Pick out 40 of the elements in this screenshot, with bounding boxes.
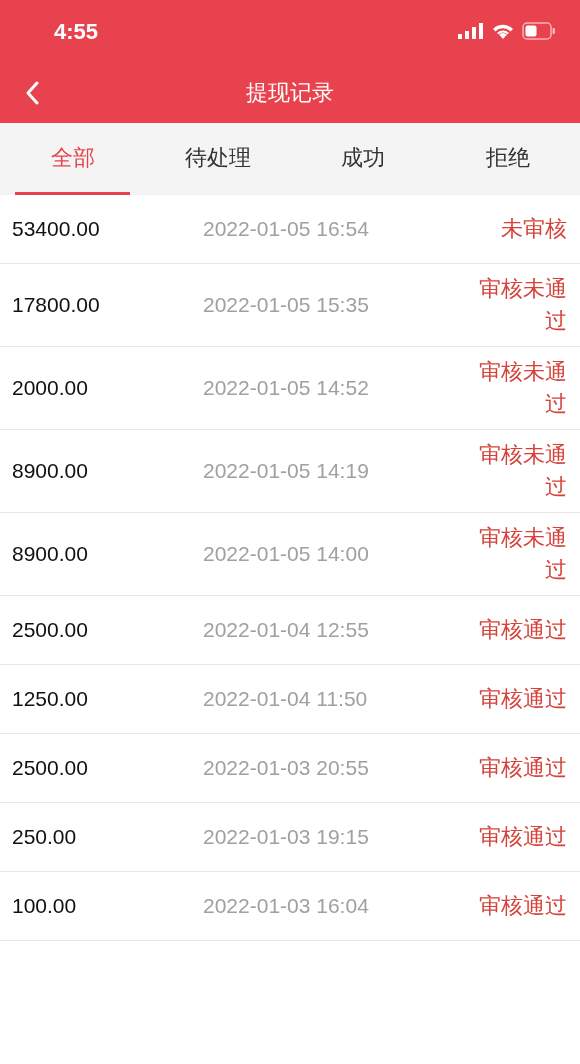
date-time-text: 2022-01-04 12:55 [203,617,370,644]
amount-text: 100.00 [12,893,78,920]
status-text: 审核未通过 [478,441,567,501]
date-time-text: 2022-01-03 20:55 [203,755,370,782]
date-time-text: 2022-01-05 14:00 [203,541,370,568]
wifi-icon [492,23,514,39]
date-time-text: 2022-01-03 19:15 [203,824,370,851]
amount-text: 8900.00 [12,541,89,568]
amount-text: 250.00 [12,824,78,851]
battery-icon [522,22,556,40]
filter-tab[interactable]: 全部 [15,123,130,195]
status-text: 审核通过 [478,685,567,713]
status-text: 审核未通过 [478,358,567,418]
amount-text: 8900.00 [12,458,89,485]
status-text: 审核通过 [478,892,567,920]
amount-text: 2500.00 [12,617,89,644]
filter-tab[interactable]: 待处理 [145,123,290,195]
amount-text: 2000.00 [12,375,89,402]
date-time-text: 2022-01-05 14:52 [203,375,370,402]
date-time-text: 2022-01-03 16:04 [203,893,370,920]
status-text: 未审核 [500,215,567,243]
amount-text: 1250.00 [12,686,89,713]
date-time-text: 2022-01-05 16:54 [203,216,370,243]
status-text: 审核未通过 [478,524,567,584]
status-text: 审核通过 [478,754,567,782]
status-text: 审核通过 [478,823,567,851]
page-title: 提现记录 [246,79,334,107]
date-time-text: 2022-01-05 15:35 [203,292,370,319]
amount-text: 53400.00 [12,216,101,243]
filter-tab[interactable]: 成功 [290,123,435,195]
status-text: 审核通过 [478,616,567,644]
date-time-text: 2022-01-05 14:19 [203,458,370,485]
signal-icon [458,23,484,39]
status-text: 审核未通过 [478,275,567,335]
back-icon [25,81,39,105]
date-time-text: 2022-01-04 11:50 [203,686,369,713]
amount-text: 17800.00 [12,292,101,319]
filter-tab[interactable]: 拒绝 [435,123,580,195]
clock-time: 4:55 [54,17,99,46]
amount-text: 2500.00 [12,755,89,782]
